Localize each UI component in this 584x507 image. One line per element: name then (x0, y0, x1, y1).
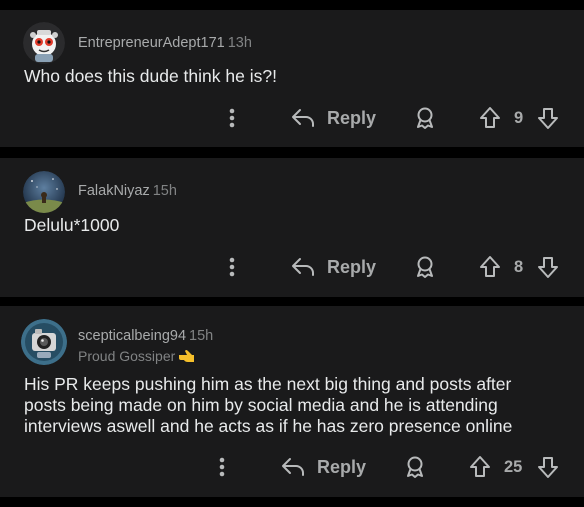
username-link[interactable]: EntrepreneurAdept171 (78, 35, 225, 51)
reply-arrow-icon (292, 109, 314, 127)
comment-meta: scepticalbeing94 15h (78, 328, 213, 344)
comment-meta: EntrepreneurAdept171 13h (78, 35, 252, 51)
comment-card: FalakNiyaz 15h Delulu*1000 Reply 8 (0, 158, 584, 297)
reply-button[interactable]: Reply (291, 250, 376, 284)
username-link[interactable]: scepticalbeing94 (78, 328, 186, 344)
comment-card: EntrepreneurAdept171 13h Who does this du… (0, 10, 584, 147)
downvote-arrow-icon (538, 257, 558, 278)
more-vertical-icon (229, 108, 235, 128)
comment-card: scepticalbeing94 15h Proud Gossiper His P… (0, 306, 584, 497)
score: 9 (514, 101, 523, 135)
upvote-button[interactable] (468, 450, 492, 484)
upvote-arrow-icon (470, 456, 490, 477)
reply-button[interactable]: Reply (281, 450, 366, 484)
comment-body: Delulu*1000 (24, 215, 120, 235)
more-options-button[interactable] (222, 101, 242, 135)
comment-time: 13h (227, 35, 252, 51)
score: 25 (504, 450, 522, 484)
downvote-arrow-icon (538, 108, 558, 129)
reply-label: Reply (317, 456, 367, 477)
comment-body: Who does this dude think he is?! (24, 66, 277, 86)
reply-label: Reply (327, 256, 377, 277)
upvote-arrow-icon (480, 107, 500, 128)
reply-arrow-icon (282, 458, 304, 476)
comment-actions: Reply 9 (0, 101, 584, 135)
reply-button[interactable]: Reply (291, 101, 376, 135)
score: 8 (514, 250, 523, 284)
username-link[interactable]: FalakNiyaz (78, 183, 150, 199)
comment-time: 15h (152, 183, 177, 199)
award-button[interactable] (413, 250, 437, 284)
reply-label: Reply (327, 107, 377, 128)
award-icon (407, 456, 423, 478)
reply-arrow-icon (292, 258, 314, 276)
point-left-hand-emoji-icon (178, 348, 196, 367)
vote-count: 8 (514, 257, 524, 276)
comment-body: His PR keeps pushing him as the next big… (24, 374, 513, 436)
award-icon (417, 107, 433, 129)
avatar[interactable] (23, 22, 65, 64)
downvote-button[interactable] (536, 450, 560, 484)
more-vertical-icon (219, 457, 225, 477)
comment-actions: Reply 25 (0, 450, 584, 484)
upvote-button[interactable] (478, 101, 502, 135)
upvote-arrow-icon (480, 256, 500, 277)
award-icon (417, 256, 433, 278)
vote-count: 25 (504, 457, 523, 476)
downvote-button[interactable] (536, 250, 560, 284)
comment-actions: Reply 8 (0, 250, 584, 284)
downvote-arrow-icon (538, 457, 558, 478)
comment-time: 15h (189, 328, 214, 344)
more-vertical-icon (229, 257, 235, 277)
vote-count: 9 (514, 108, 524, 127)
award-button[interactable] (413, 101, 437, 135)
downvote-button[interactable] (536, 101, 560, 135)
award-button[interactable] (403, 450, 427, 484)
avatar[interactable] (23, 171, 65, 213)
more-options-button[interactable] (212, 450, 232, 484)
avatar[interactable] (21, 319, 67, 365)
user-flair: Proud Gossiper (78, 348, 196, 367)
upvote-button[interactable] (478, 250, 502, 284)
flair-text: Proud Gossiper (78, 348, 176, 364)
comment-meta: FalakNiyaz 15h (78, 183, 177, 199)
more-options-button[interactable] (222, 250, 242, 284)
